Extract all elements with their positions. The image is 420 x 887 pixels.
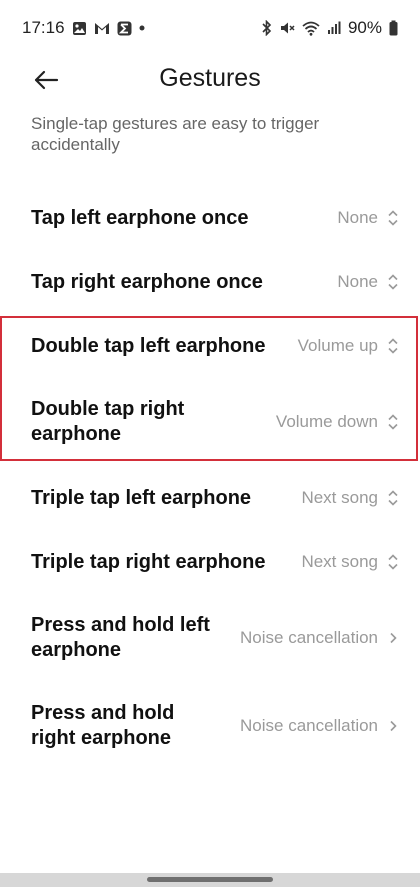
gesture-row-triple-tap-right[interactable]: Triple tap right earphone Next song	[0, 530, 420, 594]
gesture-row-tap-left-once[interactable]: Tap left earphone once None	[0, 186, 420, 250]
gesture-row-double-tap-left[interactable]: Double tap left earphone Volume up	[0, 314, 420, 378]
gesture-list: Tap left earphone once None Tap right ea…	[0, 186, 420, 770]
gesture-row-press-hold-right[interactable]: Press and hold right earphone Noise canc…	[0, 682, 420, 770]
gesture-selector[interactable]: Volume up	[298, 336, 400, 356]
status-left: 17:16	[22, 18, 145, 38]
gesture-row-tap-right-once[interactable]: Tap right earphone once None	[0, 250, 420, 314]
status-right: 90%	[261, 18, 398, 38]
gesture-value: Next song	[301, 552, 378, 571]
gesture-selector[interactable]: None	[337, 208, 400, 228]
gesture-label: Tap right earphone once	[31, 270, 263, 293]
bluetooth-icon	[261, 20, 272, 36]
gesture-row-press-hold-left[interactable]: Press and hold left earphone Noise cance…	[0, 594, 420, 682]
dot-icon	[139, 25, 145, 31]
up-down-chevron-icon	[388, 338, 398, 354]
home-gesture-handle[interactable]	[147, 877, 273, 882]
gesture-row-triple-tap-left[interactable]: Triple tap left earphone Next song	[0, 466, 420, 530]
gesture-label: Double tap right earphone	[31, 398, 185, 445]
gesture-value: Volume up	[297, 336, 378, 355]
up-down-chevron-icon	[388, 554, 398, 570]
gesture-selector[interactable]: Next song	[301, 488, 400, 508]
status-bar: 17:16 90%	[0, 0, 420, 56]
chevron-right-icon	[390, 720, 397, 732]
gesture-selector[interactable]: None	[337, 272, 400, 292]
subtitle: Single-tap gestures are easy to trigger …	[31, 114, 320, 154]
page-title: Gestures	[159, 64, 261, 92]
gmail-icon	[94, 22, 110, 35]
up-down-chevron-icon	[388, 414, 398, 430]
gesture-selector[interactable]: Volume down	[276, 412, 400, 432]
gesture-value: Noise cancellation	[240, 716, 378, 735]
gesture-row-double-tap-right[interactable]: Double tap right earphone Volume down	[0, 378, 420, 466]
chevron-right-icon	[390, 632, 397, 644]
status-time: 17:16	[22, 18, 65, 37]
up-down-chevron-icon	[388, 490, 398, 506]
gesture-label: Press and hold right earphone	[31, 702, 175, 749]
gesture-value: None	[337, 272, 378, 291]
up-down-chevron-icon	[388, 274, 398, 290]
battery-icon	[389, 20, 398, 36]
gesture-value: Next song	[301, 488, 378, 507]
gesture-label: Triple tap left earphone	[31, 486, 252, 509]
gesture-label: Tap left earphone once	[31, 206, 249, 229]
navigation-bar	[0, 873, 420, 887]
sigma-app-icon	[117, 21, 132, 36]
gesture-label: Press and hold left earphone	[31, 614, 210, 661]
gesture-selector[interactable]: Noise cancellation	[240, 716, 400, 736]
gesture-value: Volume down	[275, 412, 378, 431]
gesture-value: Noise cancellation	[240, 628, 378, 647]
wifi-icon	[302, 21, 320, 36]
photo-icon	[72, 21, 87, 36]
signal-icon	[327, 21, 341, 35]
battery-percent: 90%	[347, 18, 382, 37]
gesture-value: None	[337, 208, 378, 227]
gesture-label: Triple tap right earphone	[31, 550, 266, 573]
header: Gestures	[0, 56, 420, 104]
up-down-chevron-icon	[388, 210, 398, 226]
gesture-selector[interactable]: Next song	[301, 552, 400, 572]
mute-icon	[279, 20, 295, 36]
gesture-label: Double tap left earphone	[31, 334, 266, 357]
gesture-selector[interactable]: Noise cancellation	[240, 628, 400, 648]
